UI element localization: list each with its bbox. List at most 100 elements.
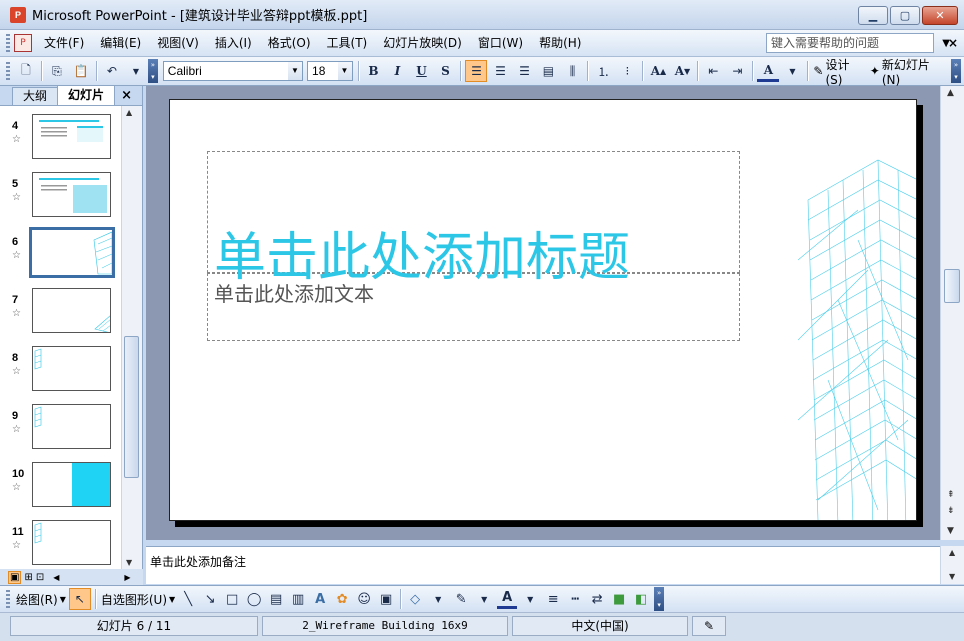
normal-view-icon[interactable]: ▣: [8, 570, 22, 584]
fill-color-icon[interactable]: ◇: [405, 589, 425, 609]
bold-button[interactable]: B: [362, 60, 384, 82]
scroll-up-icon[interactable]: ▲: [947, 88, 954, 98]
oval-icon[interactable]: ◯: [244, 589, 264, 609]
menu-file[interactable]: 文件(F): [36, 33, 92, 53]
menu-edit[interactable]: 编辑(E): [92, 33, 149, 53]
italic-button[interactable]: I: [386, 60, 408, 82]
powerpoint-app-icon[interactable]: P: [10, 6, 26, 23]
current-slide[interactable]: 单击此处添加标题 单击此处添加文本: [169, 99, 917, 521]
document-icon[interactable]: P: [14, 34, 32, 52]
line-style-icon[interactable]: ≡: [543, 589, 563, 609]
scroll-up-icon[interactable]: ▲: [126, 108, 132, 117]
scroll-down-icon[interactable]: ▼: [947, 526, 954, 536]
slideshow-view-icon[interactable]: ⊡: [36, 572, 44, 583]
picture-icon[interactable]: ▣: [376, 589, 396, 609]
slide-thumbnail[interactable]: 4 ☆: [0, 114, 122, 172]
font-color-icon[interactable]: A: [497, 589, 518, 609]
toolbar-options-chevron[interactable]: » ▾: [654, 587, 665, 611]
next-slide-icon[interactable]: ⇟: [947, 506, 955, 516]
rectangle-icon[interactable]: □: [222, 589, 242, 609]
autoshapes-button[interactable]: 自选图形(U) ▼: [99, 591, 177, 608]
scroll-left-icon[interactable]: ◀: [53, 573, 59, 582]
wordart-icon[interactable]: A: [310, 589, 330, 609]
close-document-icon[interactable]: ×: [948, 36, 958, 50]
menu-grip[interactable]: [6, 34, 10, 52]
slide-thumbnail-selected[interactable]: 6 ☆: [0, 227, 122, 288]
toolbar-grip[interactable]: [6, 62, 10, 80]
thumbnail-scrollbar[interactable]: ▲ ▼: [121, 106, 142, 569]
new-slide-button[interactable]: ✦ 新幻灯片(N): [868, 56, 949, 87]
slide-thumbnail[interactable]: 10 ☆: [0, 462, 122, 520]
toolbar-options-chevron[interactable]: » ▾: [951, 59, 961, 83]
slide-subtitle[interactable]: 单击此处添加文本: [214, 278, 374, 307]
menu-slideshow[interactable]: 幻灯片放映(D): [375, 33, 470, 53]
menu-window[interactable]: 窗口(W): [470, 33, 531, 53]
text-box-icon[interactable]: ▤: [266, 589, 286, 609]
fill-color-dropdown-icon[interactable]: ▼: [427, 588, 449, 610]
chevron-down-icon[interactable]: ▼: [288, 62, 303, 80]
notes-scrollbar[interactable]: ▲ ▼: [940, 546, 964, 584]
scrollbar-thumb[interactable]: [944, 269, 960, 303]
line-icon[interactable]: ╲: [178, 589, 198, 609]
font-color-icon[interactable]: A: [757, 60, 780, 82]
arrow-style-icon[interactable]: ⇄: [587, 589, 607, 609]
increase-indent-icon[interactable]: ⇥: [726, 60, 748, 82]
diagram-icon[interactable]: ✿: [332, 589, 352, 609]
bullets-icon[interactable]: ⁝: [616, 60, 638, 82]
slide-thumbnail[interactable]: 7 ☆: [0, 288, 122, 346]
menu-format[interactable]: 格式(O): [260, 33, 319, 53]
align-center-icon[interactable]: ☰: [489, 60, 511, 82]
previous-slide-icon[interactable]: ⇞: [947, 490, 955, 500]
tab-outline[interactable]: 大纲: [12, 87, 59, 105]
arrow-icon[interactable]: ↘: [200, 589, 220, 609]
notes-pane[interactable]: 单击此处添加备注: [146, 546, 940, 584]
font-name-select[interactable]: Calibri ▼: [162, 61, 304, 81]
slide-scrollbar[interactable]: ▲ ⇞ ⇟ ▼: [940, 86, 964, 540]
text-direction-icon[interactable]: ⫼: [561, 60, 583, 82]
menu-tools[interactable]: 工具(T): [319, 33, 376, 53]
dash-style-icon[interactable]: ┅: [565, 589, 585, 609]
maximize-button[interactable]: ▢: [890, 6, 920, 25]
toolbar-options-chevron[interactable]: » ▾: [147, 59, 158, 83]
scrollbar-thumb[interactable]: [124, 336, 139, 478]
chevron-down-icon[interactable]: ▼: [337, 62, 352, 80]
increase-font-icon[interactable]: A ▲: [647, 60, 669, 82]
spellcheck-icon[interactable]: ✎: [692, 616, 726, 636]
3d-style-icon[interactable]: ◧: [631, 589, 651, 609]
font-color-dropdown-icon[interactable]: ▼: [781, 60, 803, 82]
slide-thumbnail[interactable]: 8 ☆: [0, 346, 122, 404]
shadow-button[interactable]: S: [434, 60, 456, 82]
new-file-icon[interactable]: 🗋: [15, 60, 37, 82]
decrease-indent-icon[interactable]: ⇤: [702, 60, 724, 82]
scroll-down-icon[interactable]: ▼: [126, 558, 132, 567]
tab-slides[interactable]: 幻灯片: [57, 85, 116, 105]
line-color-icon[interactable]: ✎: [451, 589, 471, 609]
clipart-icon[interactable]: ☺: [354, 589, 374, 609]
font-size-select[interactable]: 18 ▼: [307, 61, 353, 81]
underline-button[interactable]: U: [410, 60, 432, 82]
align-right-icon[interactable]: ☰: [513, 60, 535, 82]
select-pointer-icon[interactable]: ↖: [68, 588, 91, 610]
undo-dropdown-icon[interactable]: ▼: [125, 60, 147, 82]
menu-view[interactable]: 视图(V): [149, 33, 207, 53]
scroll-down-icon[interactable]: ▼: [949, 572, 955, 581]
shadow-style-icon[interactable]: ■: [609, 589, 629, 609]
notes-placeholder[interactable]: 单击此处添加备注: [150, 553, 246, 570]
justify-icon[interactable]: ▤: [537, 60, 559, 82]
scroll-right-icon[interactable]: ▶: [124, 573, 130, 582]
undo-icon[interactable]: ↶: [101, 60, 123, 82]
close-panel-icon[interactable]: ×: [121, 88, 132, 103]
menu-insert[interactable]: 插入(I): [207, 33, 260, 53]
close-window-button[interactable]: ✕: [922, 6, 958, 25]
paste-icon[interactable]: 📋: [70, 60, 92, 82]
numbering-icon[interactable]: ⒈: [592, 60, 614, 82]
scroll-up-icon[interactable]: ▲: [949, 548, 955, 557]
slide-sorter-view-icon[interactable]: ⊞: [24, 572, 32, 583]
align-left-icon[interactable]: ☰: [465, 60, 488, 82]
menu-help[interactable]: 帮助(H): [531, 33, 589, 53]
design-button[interactable]: ✎ 设计(S): [811, 56, 867, 87]
vertical-text-box-icon[interactable]: ▥: [288, 589, 308, 609]
slide-thumbnail[interactable]: 9 ☆: [0, 404, 122, 462]
line-color-dropdown-icon[interactable]: ▼: [473, 588, 495, 610]
help-search-input[interactable]: 键入需要帮助的问题: [766, 33, 934, 53]
